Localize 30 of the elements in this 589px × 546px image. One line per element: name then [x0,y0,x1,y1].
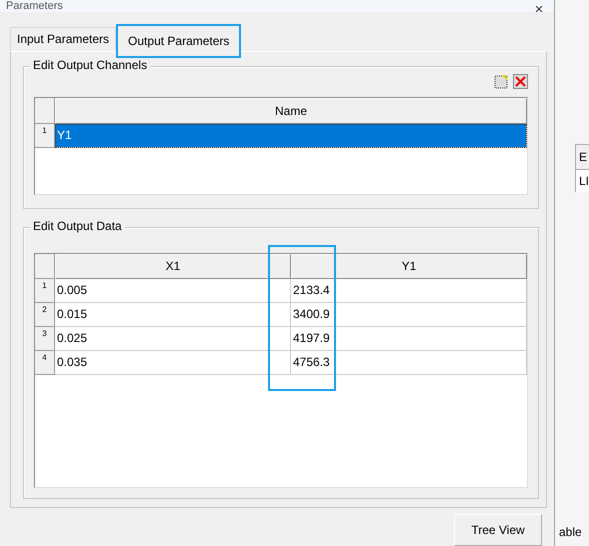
delete-icon[interactable] [513,74,528,90]
row-number: 4 [35,350,55,375]
window-title: Parameters [6,0,63,12]
column-header[interactable]: X1 [55,254,291,279]
row-number: 1 [35,278,55,303]
add-row-icon[interactable] [494,74,509,90]
column-header: E [575,144,589,170]
table-cell[interactable]: 4756.3 [291,350,527,375]
table-cell[interactable]: 4197.9 [291,326,527,351]
corner-header[interactable] [35,98,55,124]
row-number: 3 [35,326,55,351]
tab[interactable]: Input Parameters [10,26,116,51]
label: able [559,525,582,539]
tab[interactable]: Output Parameters [116,24,242,58]
column-header[interactable]: Name [55,98,527,124]
table-cell: LI [575,170,589,192]
table-cell[interactable]: 0.005 [55,278,291,303]
table-cell[interactable]: 3400.9 [291,302,527,327]
column-header[interactable]: Y1 [291,254,527,279]
tree-view-button[interactable]: Tree View [454,514,542,546]
table-cell[interactable]: Y1 [55,124,527,148]
table-cell[interactable]: 0.025 [55,326,291,351]
corner-header[interactable] [35,254,55,279]
row-number: 1 [35,124,55,148]
table-cell[interactable]: 0.015 [55,302,291,327]
table-cell[interactable]: 0.035 [55,350,291,375]
group-title: Edit Output Channels [30,58,150,72]
row-number: 2 [35,302,55,327]
table-cell[interactable]: 2133.4 [291,278,527,303]
group-title: Edit Output Data [30,218,125,233]
